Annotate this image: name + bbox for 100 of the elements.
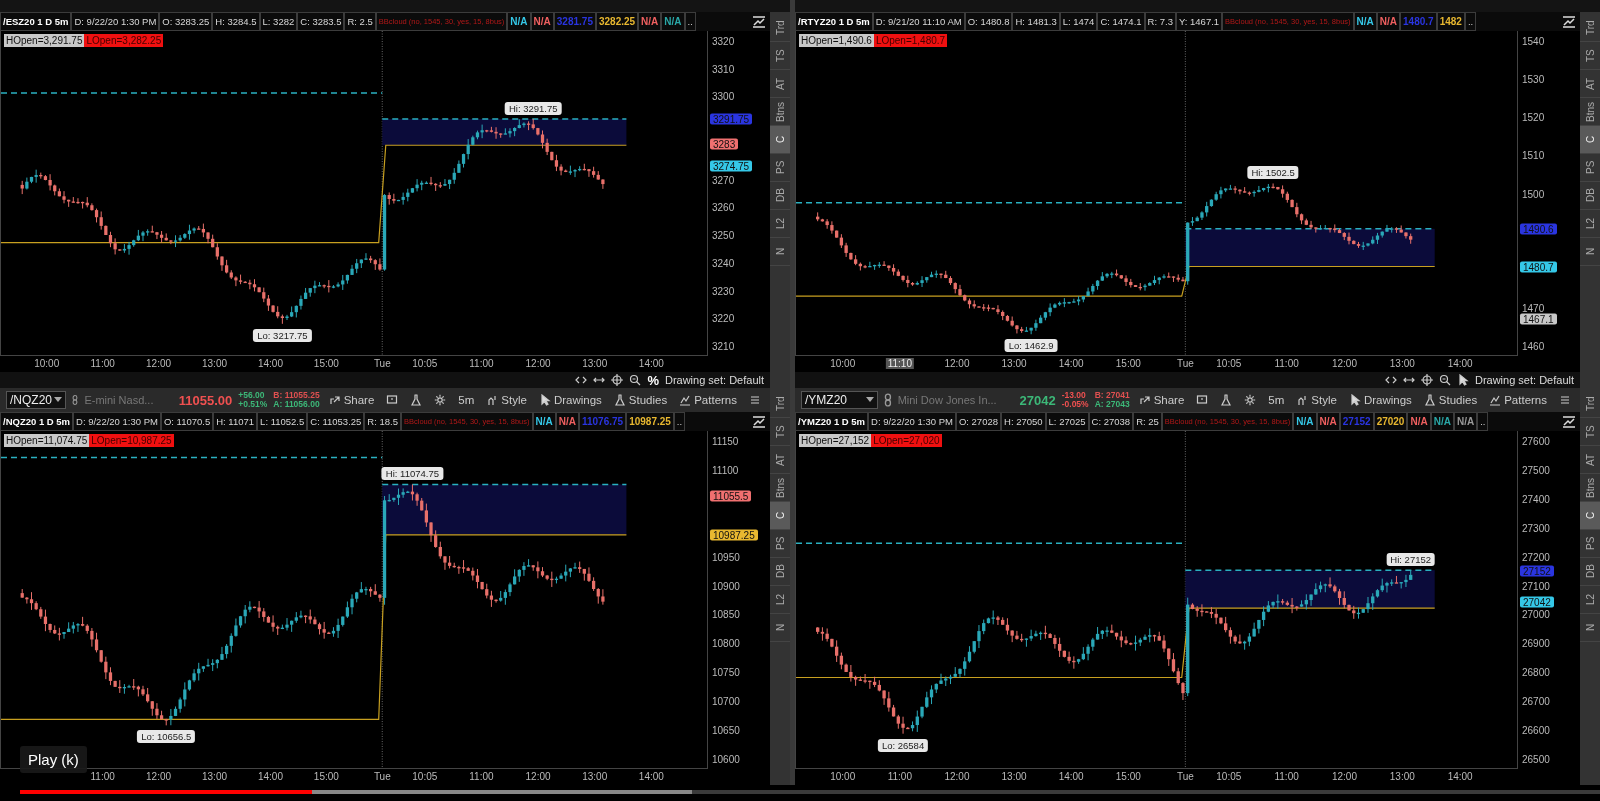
chart-symbol[interactable]: /NQZ20 1 D 5m <box>0 412 74 431</box>
net-change: +56.00 +0.51% <box>238 391 268 409</box>
quote-field: H: 11071 <box>213 412 258 431</box>
side-tab[interactable]: TS <box>1580 418 1600 446</box>
side-tab[interactable]: N <box>1580 238 1600 266</box>
time-axis-label: 10:05 <box>412 358 438 369</box>
study-value: 1482 <box>1436 12 1465 31</box>
quote-field: O: 11070.5 <box>160 412 214 431</box>
quote-field: C: 3283.5 <box>297 12 345 31</box>
side-tab[interactable]: PS <box>770 530 790 558</box>
price-axis-label: 3310 <box>712 63 735 74</box>
price-axis-label: 26900 <box>1522 637 1550 649</box>
study-value: 1480.7 <box>1400 12 1437 31</box>
symbol-field[interactable]: /NQZ20 <box>6 391 67 409</box>
quote-field: R: 7.3 <box>1144 12 1176 31</box>
time-axis-label: 12:00 <box>525 358 551 369</box>
time-axis-label: Tue <box>1176 358 1194 369</box>
time-axis-label: 13:00 <box>1389 771 1415 782</box>
price-axis-label: 26500 <box>1522 753 1550 765</box>
side-tab[interactable]: Trd <box>770 390 790 418</box>
quote-field: D: 9/22/20 1:30 PM <box>868 412 956 431</box>
price-axis-label: 10600 <box>712 753 740 765</box>
quote-field: H: 27050 <box>1001 412 1046 431</box>
study-value: 11076.75 <box>578 412 627 431</box>
price-marker: 10987.25 <box>710 529 758 541</box>
quote-field: R: 2.5 <box>344 12 376 31</box>
side-tab[interactable]: TS <box>770 42 790 70</box>
quote-field: L: 1474 <box>1059 12 1098 31</box>
net-change: -13.00 -0.05% <box>1061 391 1089 409</box>
time-axis-label: 12:00 <box>944 771 970 782</box>
study-value: 3281.75 <box>553 12 596 31</box>
side-tab[interactable]: TS <box>770 418 790 446</box>
price-marker: 1467.1 <box>1520 313 1557 325</box>
symbol-field[interactable]: /YMZ20 <box>801 391 878 409</box>
more-label[interactable]: .. <box>1477 412 1489 431</box>
side-tab[interactable]: PS <box>1580 154 1600 182</box>
side-tab[interactable]: N <box>770 614 790 642</box>
side-tab[interactable]: DB <box>1580 558 1600 586</box>
quote-field: C: 1474.1 <box>1097 12 1145 31</box>
side-tab[interactable]: Trd <box>770 14 790 42</box>
quote-field: L: 3282 <box>259 12 298 31</box>
time-axis-label: 13:00 <box>582 771 608 782</box>
side-tab[interactable]: Trd <box>1580 390 1600 418</box>
high-open-label: HOpen=1,490.6 <box>799 34 874 47</box>
side-tab[interactable]: DB <box>1580 182 1600 210</box>
chart-symbol[interactable]: /RTYZ20 1 D 5m <box>795 12 873 31</box>
price-axis-label: 27400 <box>1522 493 1550 505</box>
time-axis-label: 14:00 <box>638 771 664 782</box>
side-tab[interactable]: C <box>1580 502 1600 530</box>
quote-field: R: 25 <box>1133 412 1162 431</box>
side-tab[interactable]: AT <box>1580 446 1600 474</box>
side-tab[interactable]: AT <box>770 70 790 98</box>
chart-symbol[interactable]: /ESZ20 1 D 5m <box>0 12 72 31</box>
side-tab[interactable]: AT <box>770 446 790 474</box>
side-tab[interactable]: PS <box>1580 530 1600 558</box>
side-tab[interactable]: Trd <box>1580 14 1600 42</box>
high-open-label: HOpen=27,152 <box>799 434 872 447</box>
time-axis-label: 14:00 <box>1058 771 1084 782</box>
quote-field: H: 3284.5 <box>212 12 260 31</box>
price-axis-label: 1530 <box>1522 73 1545 85</box>
time-axis-label: 12:00 <box>1331 358 1357 369</box>
percent-toggle[interactable]: % <box>647 372 659 388</box>
drawing-set-label[interactable]: Drawing set: Default <box>664 374 764 386</box>
side-tab[interactable]: N <box>1580 614 1600 642</box>
side-tab[interactable]: AT <box>1580 70 1600 98</box>
chart-symbol[interactable]: /YMZ20 1 D 5m <box>795 412 869 431</box>
quote-field: L: 11052.5 <box>257 412 308 431</box>
side-tab[interactable]: DB <box>770 558 790 586</box>
side-tab[interactable]: C <box>770 502 790 530</box>
price-axis-label: 3230 <box>712 285 735 297</box>
side-tab[interactable]: TS <box>1580 42 1600 70</box>
side-tab[interactable]: C <box>1580 126 1600 154</box>
price-axis-label: 3240 <box>712 257 735 269</box>
side-tab[interactable]: L2 <box>1580 210 1600 238</box>
price-marker: 1490.6 <box>1520 223 1557 235</box>
side-tab[interactable]: L2 <box>1580 586 1600 614</box>
price-axis-label: 3300 <box>712 90 735 102</box>
time-axis-label: 14:00 <box>257 358 283 369</box>
study-value: N/A <box>555 412 579 431</box>
side-tab[interactable]: PS <box>770 154 790 182</box>
study-value: N/A <box>638 12 662 31</box>
study-value: 3282.25 <box>595 12 639 31</box>
high-label: Hi: 1502.5 <box>1247 166 1299 180</box>
more-label[interactable]: .. <box>673 412 686 431</box>
price-axis-label: 10750 <box>712 666 740 678</box>
drawing-set-label[interactable]: Drawing set: Default <box>1474 374 1574 386</box>
more-label[interactable]: .. <box>1464 12 1477 31</box>
more-label[interactable]: .. <box>684 12 696 31</box>
side-tab[interactable]: C <box>770 126 790 154</box>
play-tooltip: Play (k) <box>20 746 87 773</box>
time-axis-label: 14:00 <box>638 358 664 369</box>
price-axis-label: 10700 <box>712 695 740 707</box>
side-tab[interactable]: L2 <box>770 210 790 238</box>
time-axis-label: 13:00 <box>1001 771 1027 782</box>
quote-field: L: 27025 <box>1045 412 1089 431</box>
side-tab[interactable]: N <box>770 238 790 266</box>
price-axis-label: 3260 <box>712 201 735 213</box>
side-tab[interactable]: DB <box>770 182 790 210</box>
side-tab[interactable]: L2 <box>770 586 790 614</box>
price-axis-label: 26600 <box>1522 724 1550 736</box>
